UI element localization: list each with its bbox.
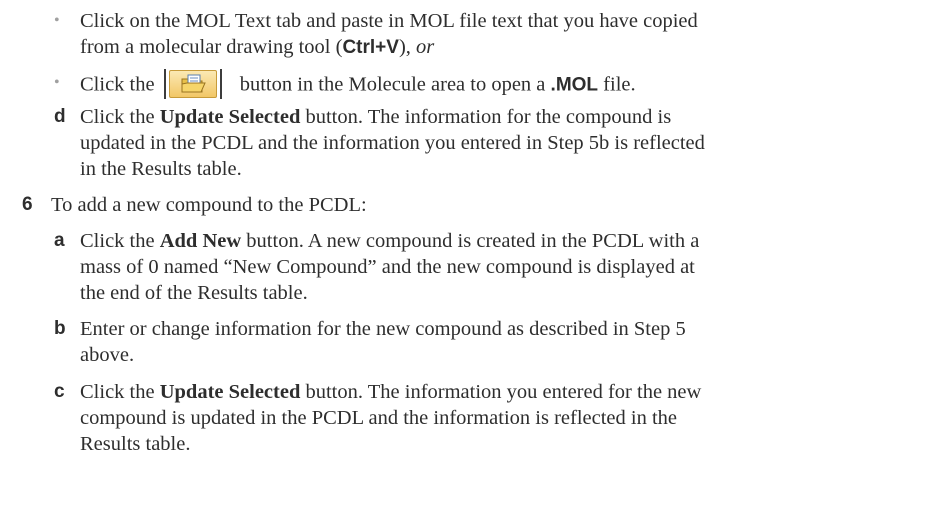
step-a-text: Click the	[80, 230, 155, 252]
keyboard-shortcut: Ctrl+V	[342, 37, 399, 58]
bullet1-line2: from a molecular drawing tool (Ctrl+V), …	[80, 35, 434, 60]
step-marker-c: c	[54, 381, 65, 402]
file-extension: .MOL	[550, 74, 599, 96]
bullet-point: •	[54, 12, 60, 29]
open-folder-icon	[181, 74, 206, 93]
bullet-point: •	[54, 74, 60, 91]
bullet2-line: Click the button in the Molecule area to…	[80, 69, 636, 101]
step-marker-b: b	[54, 318, 66, 339]
step-a-line1: Click the Add New button. A new compound…	[80, 229, 699, 253]
step-b-line2: above.	[80, 344, 135, 366]
step-d-text: Click the	[80, 106, 155, 128]
step-c-line2: compound is updated in the PCDL and the …	[80, 407, 678, 429]
bullet2-text: Click the	[80, 73, 155, 96]
step-a-line2: mass of 0 named “New Compound” and the n…	[80, 256, 695, 278]
bullet1-text: ),	[398, 36, 411, 58]
open-mol-file-button[interactable]	[163, 69, 222, 99]
update-selected-label: Update Selected	[159, 381, 301, 403]
step-c-text: button. The information you entered for …	[305, 381, 702, 403]
step-marker-d: d	[54, 106, 66, 127]
step-marker-6: 6	[22, 194, 33, 215]
or-conjunction: or	[416, 36, 435, 58]
bullet1-line1: Click on the MOL Text tab and paste in M…	[80, 9, 698, 33]
step-a-text: button. A new compound is created in the…	[246, 230, 700, 252]
step-a-line3: the end of the Results table.	[80, 282, 308, 304]
step-6-text: To add a new compound to the PCDL:	[51, 194, 367, 216]
add-new-label: Add New	[159, 230, 242, 252]
bullet2-text: file.	[603, 73, 636, 96]
bullet1-text: from a molecular drawing tool (	[80, 36, 343, 58]
step-d-line1: Click the Update Selected button. The in…	[80, 105, 671, 129]
step-c-text: Click the	[80, 381, 155, 403]
step-c-line3: Results table.	[80, 433, 191, 455]
step-b-line1: Enter or change information for the new …	[80, 318, 686, 340]
step-d-line3: in the Results table.	[80, 158, 242, 180]
update-selected-label: Update Selected	[159, 106, 301, 128]
bullet1-text: Click on the MOL Text tab and paste in M…	[80, 10, 698, 32]
step-c-line1: Click the Update Selected button. The in…	[80, 380, 701, 404]
step-marker-a: a	[54, 230, 65, 251]
bullet2-text: button in the Molecule area to open a	[239, 73, 546, 96]
step-d-text: button. The information for the compound…	[305, 106, 672, 128]
step-d-line2: updated in the PCDL and the information …	[80, 132, 705, 154]
